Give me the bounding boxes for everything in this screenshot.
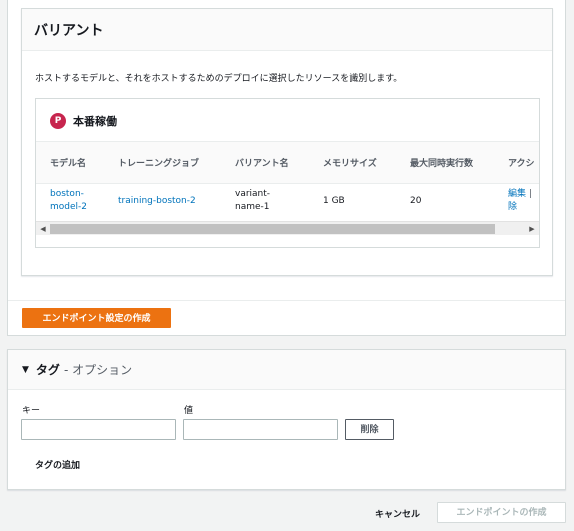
- tag-value-input[interactable]: [183, 419, 338, 440]
- column-header-max-concurrency: 最大同時実行数: [396, 142, 494, 184]
- variants-table: モデル名 トレーニングジョブ バリアント名 メモリサイズ 最大同時実行数 アクシ…: [36, 142, 539, 219]
- section-divider: [8, 300, 565, 301]
- edit-link[interactable]: 編集: [508, 189, 526, 199]
- column-header-variant-name: バリアント名: [221, 142, 309, 184]
- action-separator: |: [528, 189, 532, 200]
- variants-card: バリアント ホストするモデルと、それをホストするためのデプロイに選択したリソース…: [21, 8, 553, 276]
- production-title: 本番稼働: [73, 114, 117, 128]
- column-header-training-job: トレーニングジョブ: [104, 142, 221, 184]
- horizontal-scrollbar[interactable]: ◀ ▶: [36, 221, 539, 235]
- production-variant-panel: P 本番稼働 モデル名 トレーニングジョブ バリアント名 メモリサイズ 最大同時…: [35, 98, 540, 248]
- production-badge-icon: P: [50, 112, 66, 129]
- variants-title: バリアント: [34, 23, 104, 39]
- table-header-row: モデル名 トレーニングジョブ バリアント名 メモリサイズ 最大同時実行数 アクシ: [36, 142, 539, 184]
- cancel-button[interactable]: キャンセル: [375, 507, 420, 520]
- delete-tag-button[interactable]: 削除: [345, 419, 394, 440]
- variant-name-cell: variant-name-1: [235, 189, 271, 213]
- key-label: キー: [22, 406, 41, 416]
- scroll-left-icon[interactable]: ◀: [36, 223, 50, 235]
- variants-description: ホストするモデルと、それをホストするためのデプロイに選択したリソースを識別します…: [35, 74, 403, 84]
- tags-optional-label: - オプション: [63, 363, 133, 377]
- production-header: P 本番稼働: [36, 99, 539, 142]
- model-name-link[interactable]: boston-model-2: [50, 189, 87, 212]
- column-header-actions: アクシ: [494, 142, 539, 184]
- max-concurrency-cell: 20: [410, 195, 422, 206]
- delete-link[interactable]: 除: [508, 202, 517, 212]
- memory-size-cell: 1 GB: [323, 195, 345, 206]
- variants-header: バリアント: [22, 9, 552, 51]
- tags-title: タグ: [35, 363, 60, 377]
- column-header-memory-size: メモリサイズ: [309, 142, 396, 184]
- training-job-link[interactable]: training-boston-2: [118, 196, 196, 206]
- scroll-right-icon[interactable]: ▶: [525, 223, 539, 235]
- create-endpoint-button[interactable]: エンドポイントの作成: [437, 502, 566, 523]
- add-tag-button[interactable]: タグの追加: [35, 458, 80, 471]
- scrollbar-thumb[interactable]: [50, 224, 495, 234]
- variants-section: バリアント ホストするモデルと、それをホストするためのデプロイに選択したリソース…: [7, 0, 566, 336]
- create-endpoint-config-button[interactable]: エンドポイント設定の作成: [22, 308, 171, 328]
- tags-section: ▼ タグ - オプション キー 値 削除 タグの追加: [7, 349, 566, 490]
- caret-down-icon[interactable]: ▼: [22, 365, 29, 375]
- tags-header[interactable]: ▼ タグ - オプション: [8, 350, 565, 390]
- table-row: boston-model-2 training-boston-2 variant…: [36, 183, 539, 219]
- column-header-model-name: モデル名: [36, 142, 104, 184]
- tag-key-input[interactable]: [21, 419, 176, 440]
- value-label: 値: [184, 406, 194, 416]
